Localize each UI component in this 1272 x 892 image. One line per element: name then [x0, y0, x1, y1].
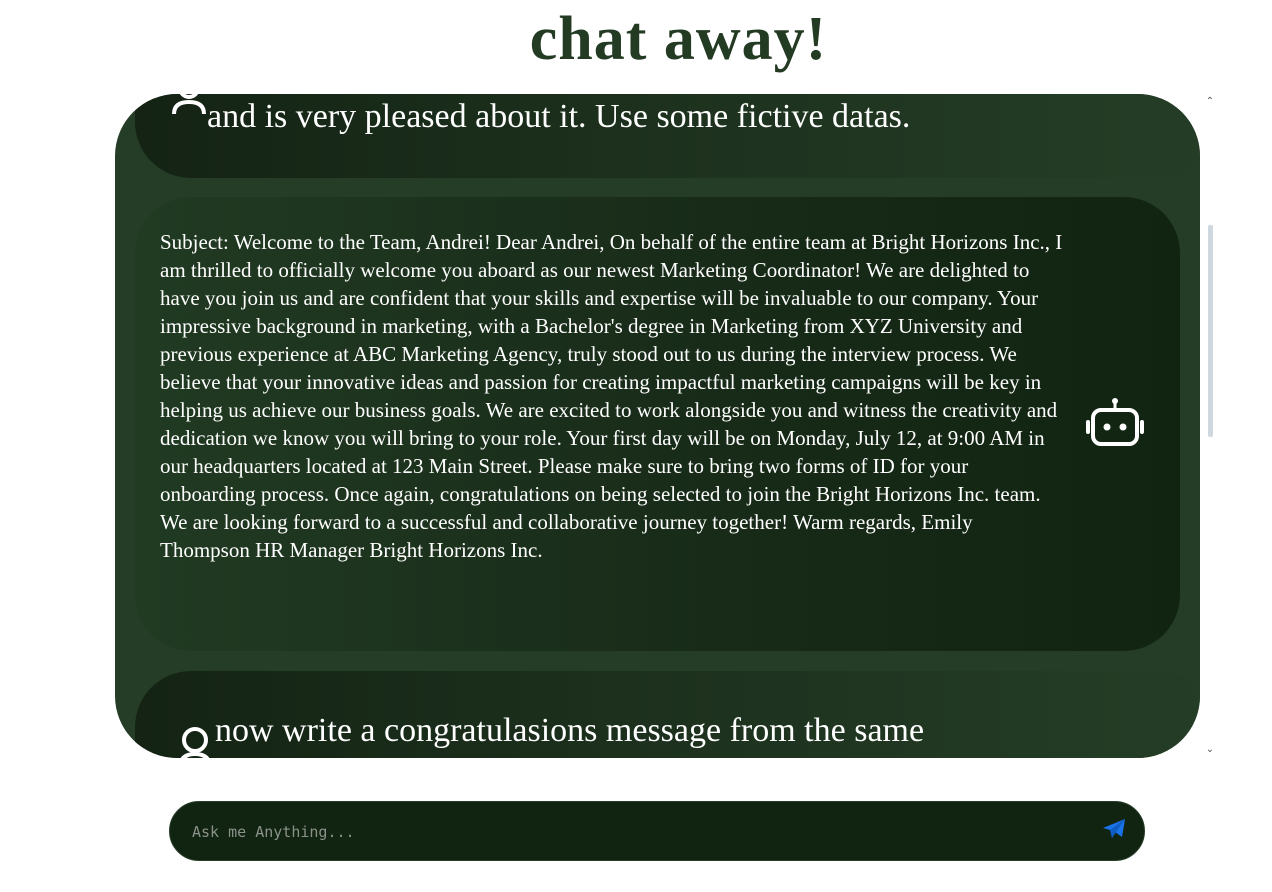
- chevron-up-icon[interactable]: ⌃: [1204, 96, 1216, 108]
- chat-history[interactable]: and is very pleased about it. Use some f…: [115, 94, 1200, 758]
- bot-message-text: Subject: Welcome to the Team, Andrei! De…: [160, 230, 1063, 562]
- user-message-text: and is very pleased about it. Use some f…: [207, 98, 911, 135]
- scroll-thumb[interactable]: [1208, 225, 1213, 437]
- user-icon: [171, 94, 207, 125]
- user-message-text: now write a congratulasions message from…: [215, 712, 925, 749]
- paper-plane-icon: [1102, 819, 1126, 844]
- chat-scrollbar[interactable]: ⌃ ⌄: [1202, 94, 1218, 758]
- page-title: chat away!: [529, 5, 828, 73]
- user-icon: [177, 722, 213, 758]
- chat-input[interactable]: [190, 816, 1074, 848]
- robot-icon: [1085, 396, 1145, 453]
- send-button[interactable]: [1102, 818, 1130, 844]
- chat-input-bar: [169, 801, 1145, 861]
- chevron-down-icon[interactable]: ⌄: [1204, 744, 1216, 756]
